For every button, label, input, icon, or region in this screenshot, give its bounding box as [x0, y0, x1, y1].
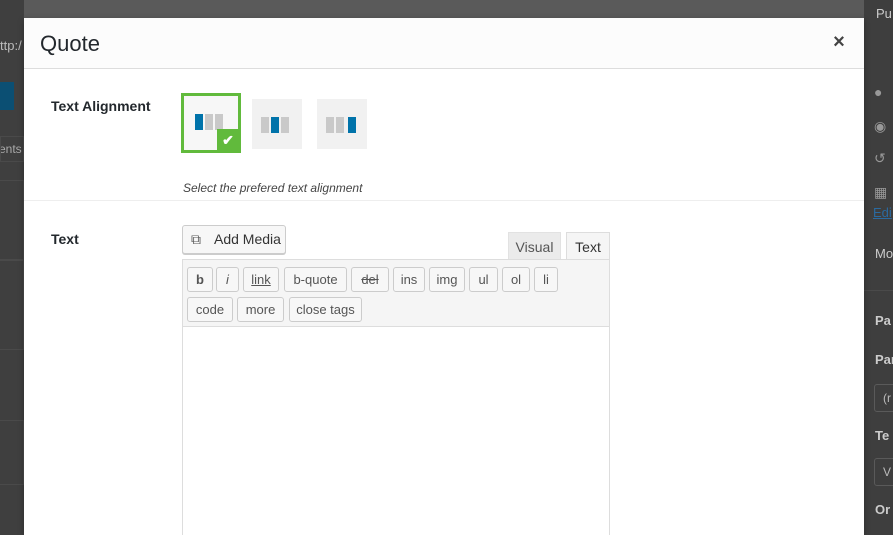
- text-label: Text: [51, 231, 79, 247]
- background-label: Pu: [876, 6, 892, 21]
- close-icon[interactable]: ×: [830, 32, 848, 52]
- text-editor-area[interactable]: [182, 326, 610, 535]
- quicktag-more-button[interactable]: more: [237, 297, 284, 322]
- quicktag-code-button[interactable]: code: [187, 297, 233, 322]
- text-alignment-label: Text Alignment: [51, 98, 151, 114]
- background-label: Te: [875, 428, 890, 443]
- eye-icon: ◉: [874, 118, 887, 134]
- modal-title: Quote: [40, 31, 100, 56]
- align-block: [205, 114, 213, 130]
- background-box: [0, 180, 24, 260]
- quicktag-del-button[interactable]: del: [351, 267, 389, 292]
- background-label: Par: [875, 352, 893, 367]
- pin-icon: ●: [874, 84, 883, 100]
- background-right-sidebar: Pu ● ◉ ↺ ▦ Edi Mo Pa Par (r Te V Or: [864, 0, 893, 535]
- background-select: V: [874, 458, 893, 486]
- background-tab-label: ments: [1, 142, 22, 156]
- align-block: [261, 117, 269, 133]
- checkmark-icon: ✔: [217, 129, 239, 151]
- align-block: [348, 117, 356, 133]
- tab-text[interactable]: Text: [566, 232, 610, 259]
- calendar-icon: ▦: [874, 184, 888, 200]
- text-alignment-row: Text Alignment ✔ Select the prefered tex…: [24, 69, 864, 201]
- quicktag-li-button[interactable]: li: [534, 267, 558, 292]
- background-select: (r: [874, 384, 893, 412]
- media-icon: ⧉: [191, 231, 201, 247]
- quicktags-toolbar: b i link b-quote del ins img ul ol li co…: [182, 259, 610, 326]
- align-left-option[interactable]: ✔: [181, 93, 241, 153]
- add-media-button[interactable]: ⧉ Add Media: [182, 225, 286, 254]
- align-block: [326, 117, 334, 133]
- quicktag-img-button[interactable]: img: [429, 267, 465, 292]
- quicktag-link-button[interactable]: link: [243, 267, 279, 292]
- background-tab: ments: [0, 136, 24, 162]
- align-block: [215, 114, 223, 130]
- background-label: Pa: [875, 313, 891, 328]
- align-block: [271, 117, 279, 133]
- quote-modal: Quote × Text Alignment ✔ Select the pref…: [24, 18, 864, 535]
- background-label: Or: [875, 502, 891, 517]
- quicktag-ul-button[interactable]: ul: [469, 267, 498, 292]
- text-row: Text ⧉ Add Media Visual Text b i link b-…: [24, 201, 864, 535]
- quicktag-bquote-button[interactable]: b-quote: [284, 267, 347, 292]
- background-divider: [864, 290, 893, 291]
- quicktag-ins-button[interactable]: ins: [393, 267, 425, 292]
- background-left-panel: ttp:/ ments: [0, 0, 24, 535]
- background-box: [0, 420, 24, 485]
- add-media-label: Add Media: [214, 231, 281, 247]
- align-block: [281, 117, 289, 133]
- background-edit-link: Edi: [873, 205, 892, 220]
- align-right-option[interactable]: [317, 99, 367, 149]
- background-blue-button: [0, 82, 14, 110]
- alignment-help-text: Select the prefered text alignment: [183, 181, 363, 195]
- history-icon: ↺: [874, 150, 886, 166]
- quicktag-italic-button[interactable]: i: [216, 267, 239, 292]
- quicktag-ol-button[interactable]: ol: [502, 267, 530, 292]
- tab-visual[interactable]: Visual: [508, 232, 561, 259]
- background-box: [0, 260, 24, 350]
- quicktag-bold-button[interactable]: b: [187, 267, 213, 292]
- align-block: [336, 117, 344, 133]
- background-url-fragment: ttp:/: [0, 38, 22, 53]
- align-center-option[interactable]: [252, 99, 302, 149]
- modal-header: Quote ×: [24, 18, 864, 69]
- quicktag-close-tags-button[interactable]: close tags: [289, 297, 362, 322]
- background-label: Mo: [875, 246, 893, 261]
- align-block: [195, 114, 203, 130]
